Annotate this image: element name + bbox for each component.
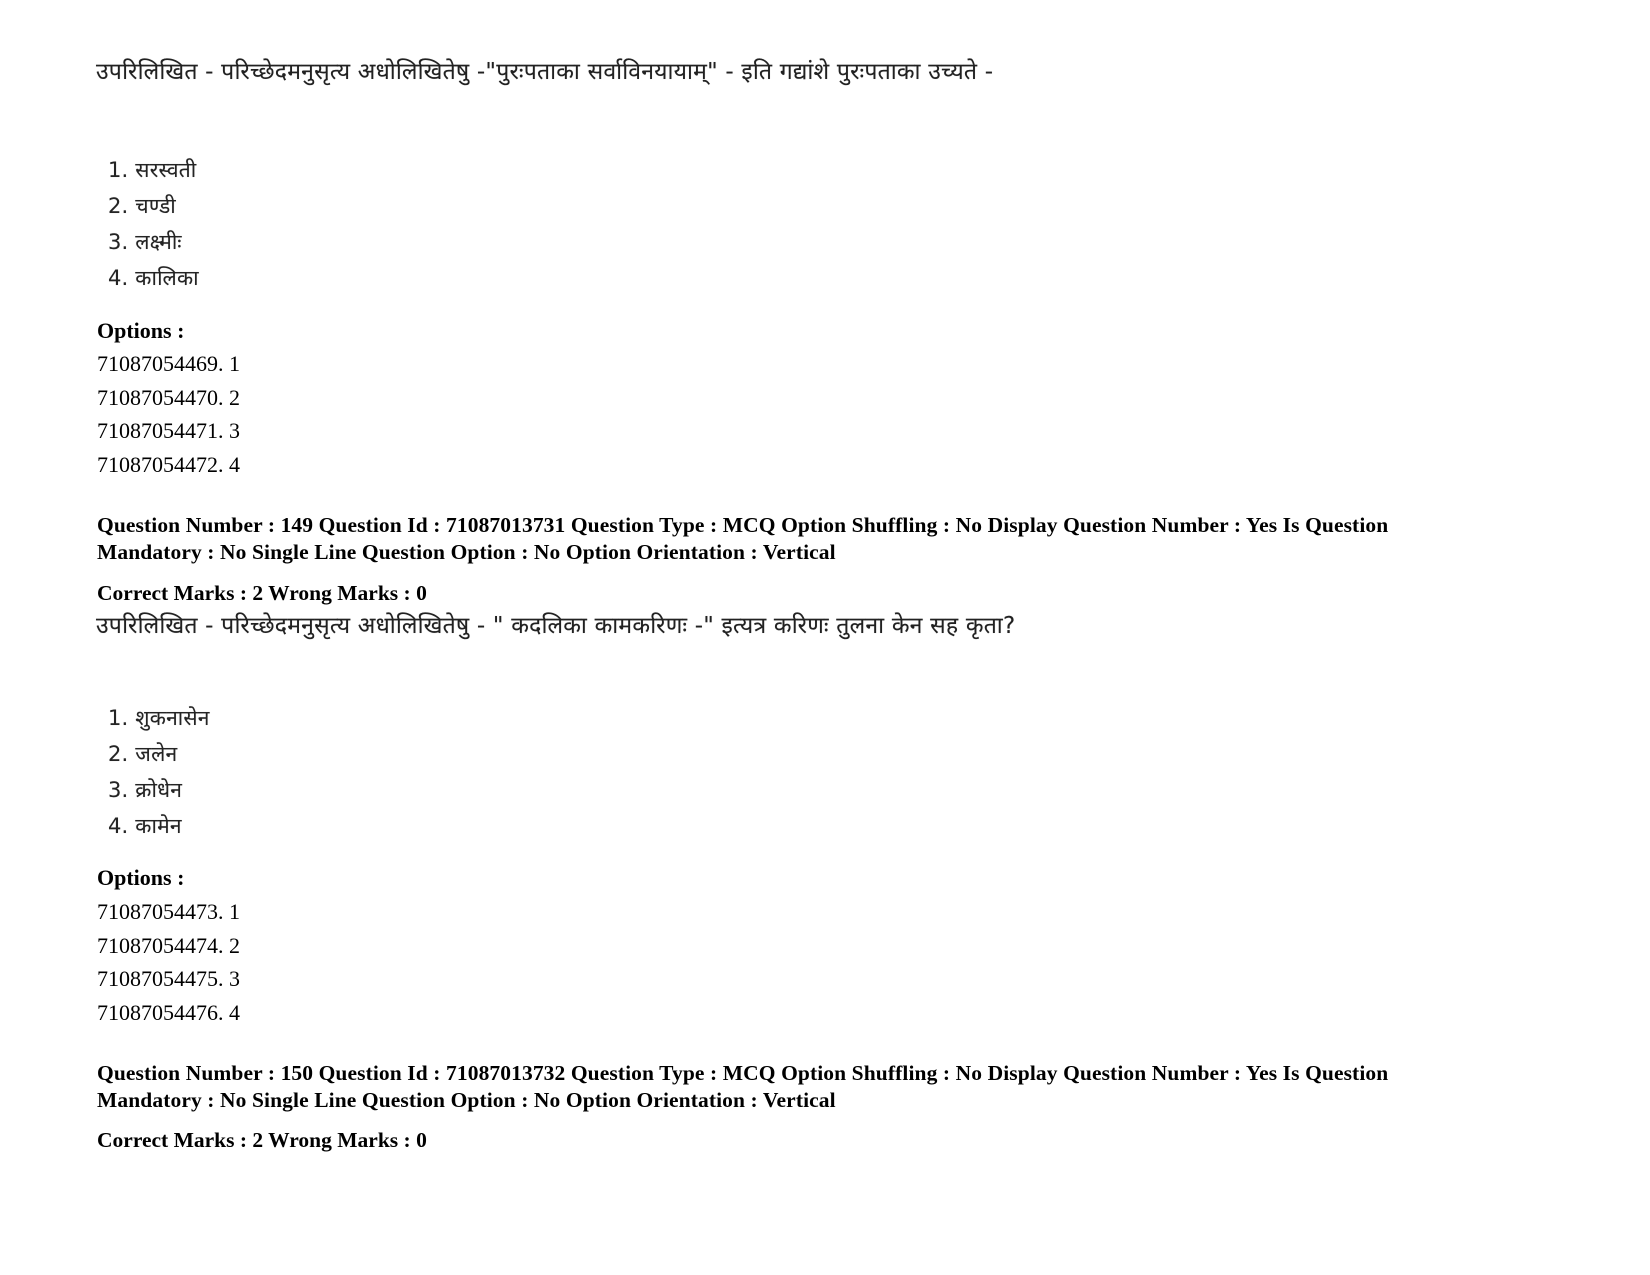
question-149-option-id-list: 71087054473. 1 71087054474. 2 7108705447… <box>97 895 240 1029</box>
choice-item: 1. सरस्वती <box>108 158 197 182</box>
choice-item: 1. शुकनासेन <box>108 706 210 730</box>
choice-item: 3. लक्ष्मीः <box>108 230 182 254</box>
choice-item: 4. कामेन <box>108 814 182 838</box>
question-149-choice-list: 1. शुकनासेन 2. जलेन 3. क्रोधेन 4. कामेन <box>100 700 210 844</box>
option-id-row: 71087054471. 3 <box>97 418 240 443</box>
choice-item: 2. चण्डी <box>108 194 176 218</box>
question-150-marks: Correct Marks : 2 Wrong Marks : 0 <box>97 1128 427 1152</box>
choice-item: 3. क्रोधेन <box>108 778 183 802</box>
question-149-stem: उपरिलिखित - परिच्छेदमनुसृत्य अधोलिखितेषु… <box>96 613 1016 639</box>
option-id-row: 71087054473. 1 <box>97 899 240 924</box>
question-148-option-id-list: 71087054469. 1 71087054470. 2 7108705447… <box>97 347 240 481</box>
document-page: उपरिलिखित - परिच्छेदमनुसृत्य अधोलिखितेषु… <box>0 0 1650 1275</box>
question-148-options-label: Options : <box>97 318 185 343</box>
question-149-marks: Correct Marks : 2 Wrong Marks : 0 <box>97 581 427 605</box>
option-id-row: 71087054474. 2 <box>97 932 240 958</box>
option-id-row: 71087054472. 4 <box>97 451 240 477</box>
option-id-row: 71087054475. 3 <box>97 966 240 991</box>
question-148-choice-list: 1. सरस्वती 2. चण्डी 3. लक्ष्मीः 4. कालिक… <box>100 152 199 296</box>
question-149-options-label: Options : <box>97 865 185 890</box>
option-id-row: 71087054470. 2 <box>97 384 240 410</box>
question-148-stem: उपरिलिखित - परिच्छेदमनुसृत्य अधोलिखितेषु… <box>96 59 994 85</box>
choice-item: 2. जलेन <box>108 742 178 766</box>
question-150-metadata: Question Number : 150 Question Id : 7108… <box>97 1061 1389 1112</box>
option-id-row: 71087054469. 1 <box>97 351 240 376</box>
question-149-metadata: Question Number : 149 Question Id : 7108… <box>97 513 1389 564</box>
option-id-row: 71087054476. 4 <box>97 999 240 1025</box>
choice-item: 4. कालिका <box>108 266 199 290</box>
